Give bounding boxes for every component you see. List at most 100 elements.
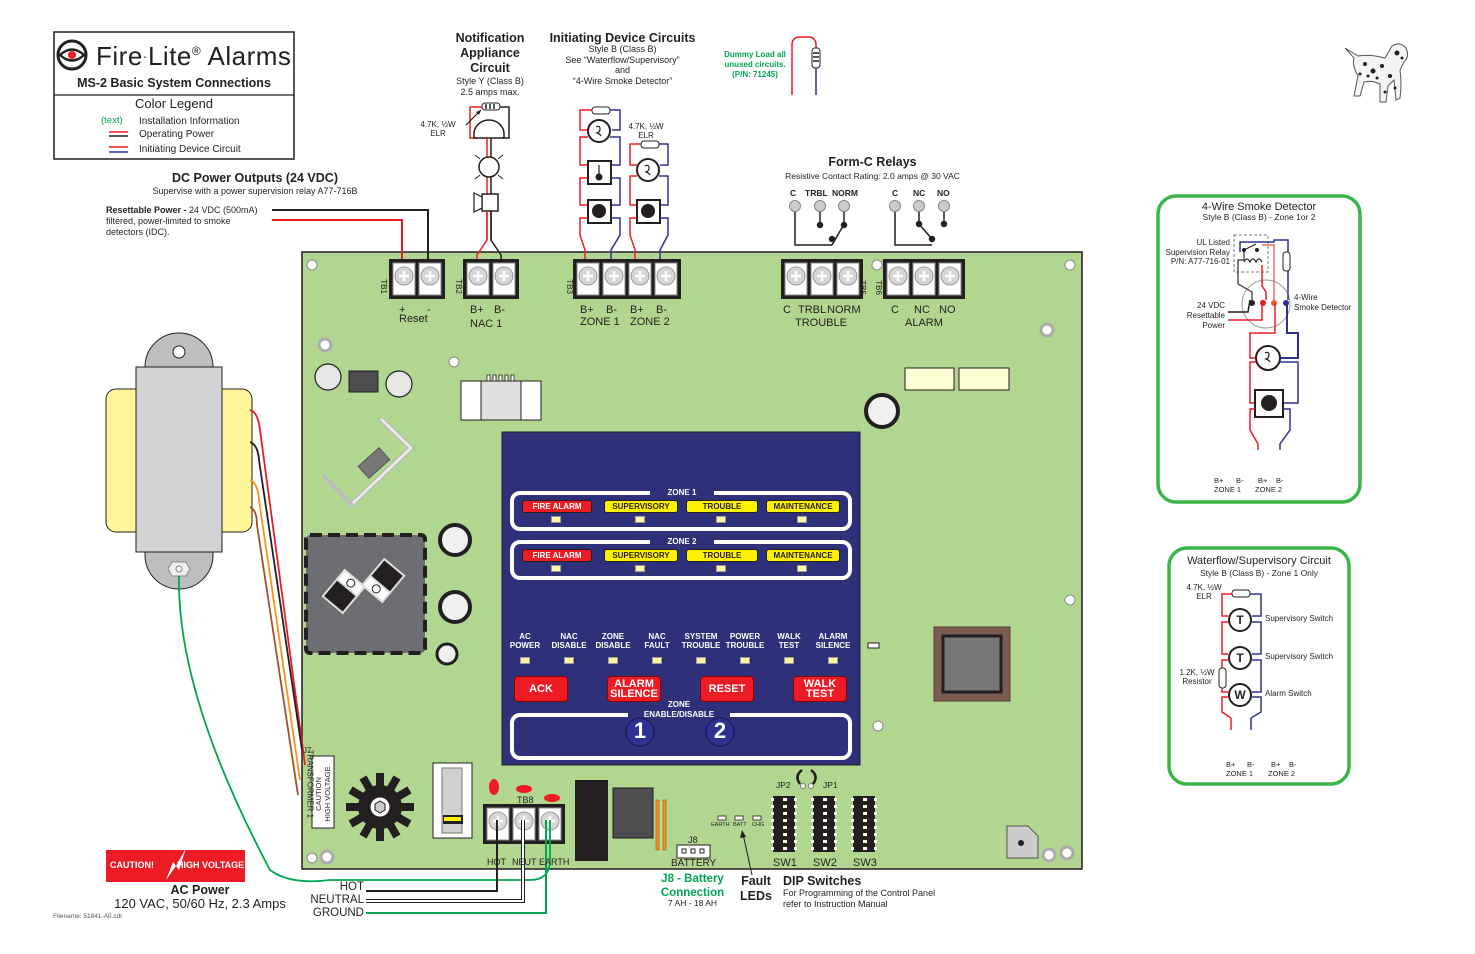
tb2-label: TB2 [453,279,463,294]
jumper-jp2[interactable]: JP2 [776,780,791,791]
j8-label: J8 [688,835,698,845]
zone2-indicator-maintenance: MAINTENANCE [766,549,840,562]
dip-switches-title: DIP Switches [783,874,862,888]
terminal-block-tb2[interactable] [463,259,519,299]
dip-toggle[interactable] [863,833,867,836]
dip-toggle[interactable] [783,805,787,808]
jumper-jp1[interactable]: JP1 [823,780,838,791]
form-c-rating: Resistive Contact Rating: 2.0 amps @ 30 … [785,171,960,181]
fault-leds-note: Fault LEDs [740,874,772,903]
waterflow-switch-label: Supervisory Switch [1265,614,1334,623]
4-wire-detector-label: 4-Wire Smoke Detector [1294,293,1352,312]
dip-toggle[interactable] [783,847,787,850]
tb2-name: NAC 1 [470,318,503,330]
status-ac-power-led [520,657,530,664]
battery-connection-note: J8 - Battery Connection [660,873,725,899]
dip-toggle[interactable] [823,798,827,801]
terminal-block-tb5[interactable] [781,259,863,299]
waterflow-switch-t-icon: T [1228,646,1252,670]
dip-sw2-label: SW2 [813,857,837,869]
status-alarm-silence-label: ALARM SILENCE [815,632,851,650]
zone1-indicator-supervisory: SUPERVISORY [604,500,678,513]
waterflow-box-subtitle: Style B (Class B) - Zone 1 Only [1199,568,1319,578]
wire-hot-label: HOT [339,881,364,893]
smoke-zone2-label: ZONE 2 [1255,485,1283,494]
terminal-block-tb1[interactable] [389,259,445,299]
dip-toggle[interactable] [783,826,787,829]
nac-circuit-drawing [465,102,510,262]
dip-toggle[interactable] [863,798,867,801]
form-c-term-nc: NC [913,188,926,198]
zone2-title: ZONE 2 [667,537,697,546]
terminal-block-tb6[interactable] [883,259,965,299]
dip-switch-3[interactable] [851,796,877,852]
j8-battery-label: BATTERY [671,858,717,869]
tb2-bplus-label: B+ [470,304,484,316]
dip-toggle[interactable] [863,847,867,850]
zone1-led [716,516,726,523]
resettable-power-note: Resettable Power - 24 VDC (500mA) filter… [106,205,258,237]
status-nac-disable-label: NAC DISABLE [551,632,587,650]
status-nac-disable-led [564,657,574,664]
wire-neutral-label: NEUTRAL [310,894,364,906]
dip-toggle[interactable] [783,798,787,801]
form-c-screws [789,200,950,212]
dip-toggle[interactable] [823,812,827,815]
battery-range: 7 AH - 18 AH [667,898,718,908]
dip-toggle[interactable] [823,840,827,843]
zone2-enable-button[interactable]: 2 [706,718,734,743]
dip-sw1-label: SW1 [773,857,797,869]
dip-toggle[interactable] [823,833,827,836]
dip-toggle[interactable] [783,819,787,822]
dip-toggle[interactable] [823,805,827,808]
zone-enable-title: ZONE ENABLE/DISABLE [643,700,715,719]
dip-toggle[interactable] [863,819,867,822]
waterflow-switch-label: Alarm Switch [1265,689,1312,698]
tb2-bminus-label: B- [494,304,505,316]
waterflow-elr-label: 4.7K, ½W ELR [1186,583,1222,601]
high-voltage-text: HIGH VOLTAGE [177,860,245,870]
dip-toggle[interactable] [863,805,867,808]
dip-toggle[interactable] [783,840,787,843]
caution-text: CAUTION! [110,860,154,870]
terminal-block-tb3[interactable] [573,259,681,299]
dip-toggle[interactable] [863,826,867,829]
alarm-silence-button[interactable]: ALARM SILENCE [607,676,661,702]
zone1-enable-button[interactable]: 1 [626,718,654,743]
form-c-term-c2: C [892,188,899,198]
reset-button[interactable]: RESET [700,676,754,702]
wire-ground-label: GROUND [312,907,364,919]
zone2-indicator-fire-alarm: FIRE ALARM [522,549,592,562]
fault-led-chg-label: CHG [752,822,765,828]
dip-toggle[interactable] [863,840,867,843]
zone1-led [797,516,807,523]
form-c-relay-drawing [794,210,948,246]
zone2-led [551,565,561,572]
dalmatian-mascot-icon [1340,36,1420,112]
tb3-z2-bminus: B- [656,304,667,316]
dip-toggle[interactable] [783,833,787,836]
dip-toggle[interactable] [823,819,827,822]
form-c-term-norm: NORM [832,188,858,198]
dip-toggle[interactable] [783,812,787,815]
dip-switch-2[interactable] [811,796,837,852]
tb5-trbl-label: TRBL [798,304,827,316]
status-ac-power-label: AC POWER [509,632,541,650]
dip-toggle[interactable] [823,847,827,850]
ac-power-rating: 120 VAC, 50/60 Hz, 2.3 Amps [114,896,286,911]
dip-toggle[interactable] [823,826,827,829]
tb3-zone1-name: ZONE 1 [580,316,620,328]
dip-toggle[interactable] [863,812,867,815]
legend-swatch-text: (text) [101,115,123,126]
zone1-title: ZONE 1 [667,488,697,497]
tb5-norm-label: NORM [827,304,861,316]
ack-button[interactable]: ACK [514,676,568,702]
dummy-load-resistor-icon [791,36,821,95]
nac-elr-label: 4.7K, ½W ELR [420,120,456,138]
tb8-label: TB8 [517,795,534,805]
dip-switch-1[interactable] [771,796,797,852]
zone2-indicator-supervisory: SUPERVISORY [604,549,678,562]
status-walk-test-led [784,657,794,664]
tb3-z2-bplus: B+ [630,304,644,316]
walk-test-button[interactable]: WALK TEST [793,676,847,702]
